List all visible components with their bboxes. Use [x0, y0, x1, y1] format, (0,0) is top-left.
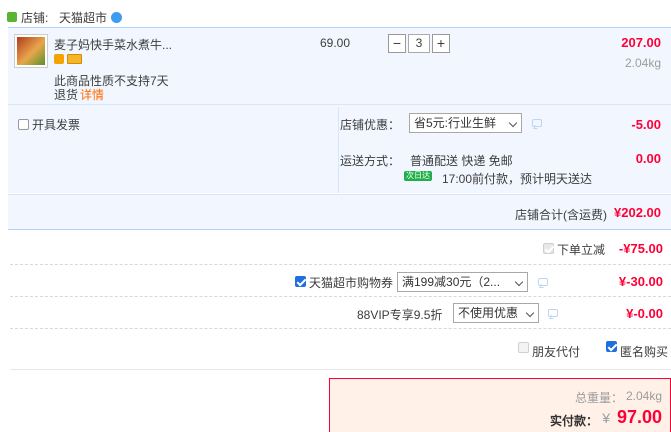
shipping-label: 运送方式：: [340, 154, 401, 168]
pay-currency: ¥: [602, 410, 610, 426]
shipping-fee: 0.00: [635, 151, 661, 166]
shipping-method: 普通配送 快递 免邮: [410, 154, 513, 168]
shop-discount-amount: -5.00: [631, 117, 661, 132]
vip-label: 88VIP专享9.5折: [357, 308, 443, 322]
wangwang-icon[interactable]: [111, 12, 122, 23]
total-weight-label: 总重量：: [574, 391, 623, 405]
quantity-input[interactable]: 3: [408, 34, 430, 53]
item-weight: 2.04kg: [624, 56, 661, 70]
coupon-amount: ¥-30.00: [618, 274, 663, 289]
quantity-plus-button[interactable]: +: [432, 34, 450, 53]
message-icon[interactable]: [538, 278, 548, 286]
options-divider: [338, 107, 339, 193]
coupon-label: 天猫超市购物券: [309, 276, 394, 290]
card-payment-icon: [67, 54, 82, 64]
vip-selected: 不使用优惠: [458, 306, 519, 320]
chevron-down-icon: [508, 118, 518, 128]
quantity-minus-button[interactable]: −: [388, 34, 406, 53]
invoice-checkbox[interactable]: [18, 119, 29, 130]
coupon-selected: 满199减30元（2...: [402, 275, 501, 289]
shop-discount-label: 店铺优惠：: [340, 118, 401, 132]
item-detail-link[interactable]: 详情: [80, 86, 104, 103]
shipping-eta: 17:00前付款，预计明天送达: [442, 172, 593, 186]
coupon-select[interactable]: 满199减30元（2...: [397, 272, 528, 292]
item-title-link[interactable]: 麦子妈快手菜水煮牛...: [54, 36, 172, 53]
invoice-label: 开具发票: [32, 118, 81, 132]
chevron-down-icon: [514, 277, 524, 287]
shop-total-row: 店铺合计(含运费) ¥202.00: [8, 194, 671, 230]
divider: [10, 369, 671, 370]
pay-label: 实付款：: [549, 414, 598, 428]
total-weight: 2.04kg: [625, 389, 662, 403]
shop-total-amount: ¥202.00: [614, 205, 661, 220]
divider: [10, 328, 671, 329]
guarantee-icon: [54, 54, 64, 64]
shop-discount-selected: 省5元:行业生鲜: [414, 116, 497, 130]
coupon-checkbox[interactable]: [295, 276, 306, 287]
friend-pay-label: 朋友代付: [532, 345, 581, 359]
vip-select[interactable]: 不使用优惠: [453, 303, 539, 323]
item-row: 麦子妈快手菜水煮牛... 此商品性质不支持7天 退货 详情 69.00 − 3 …: [8, 27, 671, 104]
shop-label: 店铺:: [21, 11, 49, 25]
item-thumbnail[interactable]: [14, 34, 48, 68]
anonymous-checkbox[interactable]: [606, 341, 617, 352]
instant-discount-checkbox: [543, 243, 554, 254]
pay-amount: 97.00: [616, 407, 662, 427]
shop-header: 店铺: 天猫超市: [7, 8, 147, 26]
anonymous-label: 匿名购买: [620, 345, 669, 359]
instant-discount-label: 下单立减: [557, 243, 606, 257]
divider: [10, 264, 671, 265]
item-subtotal: 207.00: [621, 35, 661, 50]
friend-pay-checkbox[interactable]: [518, 342, 529, 353]
item-unit-price: 69.00: [320, 36, 351, 50]
message-icon[interactable]: [548, 309, 558, 317]
vip-amount: ¥-0.00: [626, 306, 663, 321]
order-summary-box: 总重量： 2.04kg 实付款： ¥ 97.00: [329, 378, 671, 432]
divider: [10, 296, 671, 297]
shop-discount-select[interactable]: 省5元:行业生鲜: [409, 113, 522, 133]
item-return-note-2: 退货: [54, 88, 79, 102]
next-day-badge: 次日达: [404, 171, 432, 181]
shop-total-label: 店铺合计(含运费): [515, 208, 607, 222]
order-options-panel: 开具发票 店铺优惠： 省5元:行业生鲜 -5.00 运送方式： 普通配送 快递 …: [8, 104, 671, 193]
shop-tmall-icon: [7, 12, 17, 22]
shop-name-link[interactable]: 天猫超市: [59, 9, 107, 26]
chevron-down-icon: [525, 308, 535, 318]
message-icon[interactable]: [532, 119, 542, 127]
instant-discount-amount: -¥75.00: [618, 241, 663, 256]
quantity-stepper: − 3 +: [388, 34, 452, 53]
